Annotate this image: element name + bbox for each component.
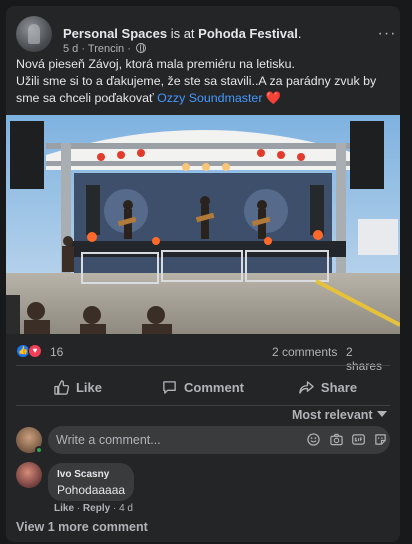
location-link[interactable]: Pohoda Festival bbox=[198, 26, 298, 41]
comment-actions: Like · Reply · 4 d bbox=[54, 503, 133, 514]
comment-actions-dot: · bbox=[76, 503, 81, 514]
commenter-avatar[interactable] bbox=[16, 462, 42, 488]
comment-text: Pohodaaaaa bbox=[57, 483, 126, 497]
post-text-line-2: Užili sme si to a ďakujeme, že ste sa st… bbox=[16, 74, 377, 88]
comment-sort-dropdown[interactable]: Most relevant bbox=[292, 408, 387, 422]
comment-input[interactable] bbox=[48, 426, 288, 454]
post-text-line-3-prefix: sme sa chceli poďakovať bbox=[16, 91, 154, 105]
globe-icon bbox=[135, 43, 146, 53]
post-place[interactable]: Trencin bbox=[88, 43, 124, 55]
chevron-down-icon bbox=[376, 411, 387, 417]
comment-actions-dot-2: · bbox=[112, 503, 117, 514]
share-label: Share bbox=[320, 379, 358, 395]
online-status-dot bbox=[35, 446, 43, 454]
comment-button[interactable]: Comment bbox=[141, 369, 265, 405]
post-text-line-3: sme sa chceli poďakovať Ozzy Soundmaster… bbox=[16, 90, 400, 107]
share-arrow-icon bbox=[299, 380, 314, 394]
more-options-button[interactable]: ··· bbox=[376, 26, 398, 42]
page-avatar[interactable] bbox=[16, 16, 52, 52]
post-text-line-1: Nová pieseň Závoj, ktorá mala premiéru n… bbox=[16, 57, 295, 71]
comment-author-link[interactable]: Ivo Scasny bbox=[57, 469, 109, 480]
post-actions: Like Comment Share bbox=[16, 369, 390, 405]
comments-count-link[interactable]: 2 comments bbox=[272, 345, 337, 359]
period: . bbox=[297, 26, 302, 41]
divider-top bbox=[16, 365, 390, 366]
festival-stage-photo bbox=[6, 115, 400, 334]
post-header: Personal Spaces is at Pohoda Festival. 5… bbox=[16, 16, 395, 55]
reactions-count[interactable]: 16 bbox=[50, 345, 63, 359]
post-text: Nová pieseň Závoj, ktorá mala premiéru n… bbox=[16, 56, 400, 107]
smiley-icon[interactable] bbox=[307, 433, 320, 446]
divider-bottom bbox=[16, 405, 390, 406]
share-button[interactable]: Share bbox=[266, 369, 390, 405]
post-meta: 5 d · Trencin · bbox=[63, 43, 146, 55]
meta-separator-2: · bbox=[127, 43, 131, 55]
comment-like-button[interactable]: Like bbox=[54, 503, 74, 514]
sort-label: Most relevant bbox=[292, 408, 373, 422]
like-button[interactable]: Like bbox=[16, 369, 140, 405]
camera-icon[interactable] bbox=[330, 433, 343, 446]
comment-bubble: Ivo Scasny Pohodaaaaa bbox=[48, 463, 134, 501]
mention-link[interactable]: Ozzy Soundmaster bbox=[157, 91, 262, 105]
heart-icon[interactable]: ♥ bbox=[28, 344, 42, 358]
post-time-link[interactable]: 5 d bbox=[63, 43, 78, 55]
gif-icon[interactable] bbox=[352, 433, 365, 446]
post-stats: 👍 ♥ 16 2 comments 2 shares bbox=[16, 342, 390, 373]
heart-emoji: ❤️ bbox=[265, 91, 282, 105]
comment-reply-button[interactable]: Reply bbox=[83, 503, 110, 514]
comment-label: Comment bbox=[184, 379, 244, 395]
view-more-comments-link[interactable]: View 1 more comment bbox=[16, 520, 148, 534]
post-author-line: Personal Spaces is at Pohoda Festival. bbox=[63, 26, 301, 41]
at-text: is at bbox=[170, 26, 195, 41]
speech-bubble-icon bbox=[163, 380, 176, 394]
post-card: Personal Spaces is at Pohoda Festival. 5… bbox=[6, 6, 400, 542]
meta-separator: · bbox=[81, 43, 86, 55]
sticker-icon[interactable] bbox=[374, 433, 387, 446]
thumbs-up-icon bbox=[54, 379, 69, 395]
page-name-link[interactable]: Personal Spaces bbox=[63, 26, 167, 41]
like-label: Like bbox=[75, 379, 102, 395]
comment-time[interactable]: 4 d bbox=[119, 503, 133, 514]
comment-composer bbox=[48, 426, 390, 454]
post-photo[interactable] bbox=[6, 115, 400, 334]
